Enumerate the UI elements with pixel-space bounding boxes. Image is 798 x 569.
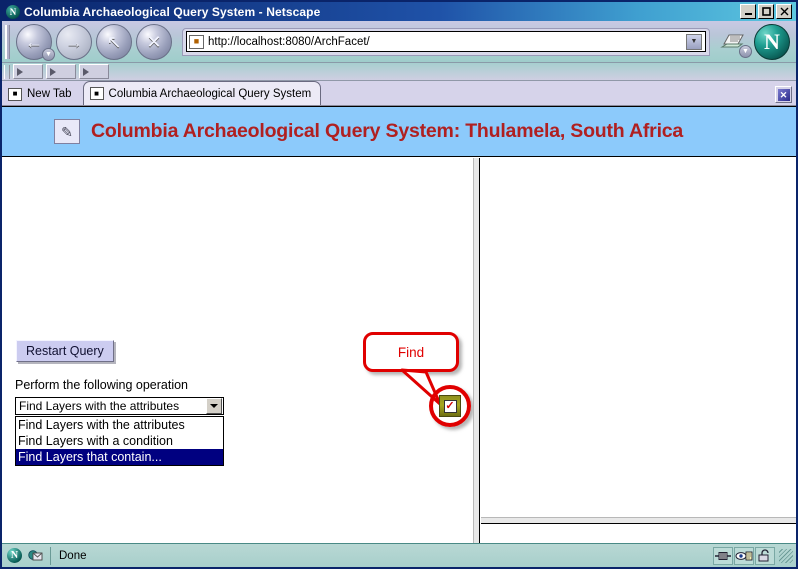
status-netscape-icon[interactable]: N xyxy=(6,547,23,564)
new-tab-icon: ■ xyxy=(8,87,22,101)
forward-button[interactable]: → xyxy=(56,23,92,60)
dropdown-option-2[interactable]: Find Layers that contain... xyxy=(16,449,223,465)
forward-arrow-icon: → xyxy=(65,31,83,52)
close-button[interactable] xyxy=(776,4,792,19)
page-content: ✎ Columbia Archaeological Query System: … xyxy=(2,106,796,543)
minimize-button[interactable] xyxy=(740,4,756,19)
pane-container: Restart Query Perform the following oper… xyxy=(2,158,796,543)
back-arrow-icon: ← xyxy=(25,31,43,52)
lock-icon[interactable] xyxy=(755,546,775,565)
status-text: Done xyxy=(59,549,87,562)
page-favicon: ■ xyxy=(189,34,204,49)
vertical-splitter[interactable] xyxy=(473,158,480,543)
cookie-icon[interactable] xyxy=(734,546,754,565)
checkmark-button-icon: ✓ xyxy=(443,399,457,413)
results-bottom-pane xyxy=(481,524,796,543)
horizontal-splitter[interactable] xyxy=(481,517,796,524)
netscape-home-button[interactable]: N xyxy=(754,23,790,60)
window-title: Columbia Archaeological Query System - N… xyxy=(24,4,321,19)
netscape-logo-icon: N xyxy=(6,4,20,19)
status-icons xyxy=(713,546,794,565)
page-favicon: ■ xyxy=(89,87,104,100)
personal-toolbar xyxy=(2,63,796,81)
triangle-icon xyxy=(17,67,23,76)
personal-toolbar-item-3[interactable] xyxy=(79,64,109,79)
mail-icon[interactable] xyxy=(27,547,44,564)
window-controls xyxy=(740,4,794,19)
chevron-down-icon[interactable] xyxy=(206,398,222,414)
results-panel xyxy=(481,158,796,543)
results-top-pane xyxy=(481,158,796,517)
print-dropdown-icon[interactable]: ▼ xyxy=(739,44,752,58)
operation-select-value: Find Layers with the attributes xyxy=(19,399,180,413)
operation-label: Perform the following operation xyxy=(15,378,189,392)
close-icon: ✕ xyxy=(777,88,790,101)
query-panel: Restart Query Perform the following oper… xyxy=(2,158,473,543)
reload-arrow-icon: ↖ xyxy=(106,31,122,52)
page-header: ✎ Columbia Archaeological Query System: … xyxy=(2,107,796,157)
url-bar-container: ■ http://localhost:8080/ArchFacet/ ▼ xyxy=(182,27,710,56)
navigation-toolbar: ← ▼ → ↖ ✕ ■ http://localhost:8080/ArchFa… xyxy=(2,21,796,63)
document-icon: ✎ xyxy=(54,119,80,144)
find-button[interactable]: ✓ xyxy=(439,395,461,417)
tab-new-tab[interactable]: ■ New Tab xyxy=(2,83,81,105)
back-button[interactable]: ← ▼ xyxy=(16,23,55,61)
operation-select[interactable]: Find Layers with the attributes xyxy=(15,397,224,415)
dropdown-option-0[interactable]: Find Layers with the attributes xyxy=(16,417,223,433)
find-callout: Find xyxy=(363,332,459,372)
tab-strip: ■ New Tab ■ Columbia Archaeological Quer… xyxy=(2,81,796,106)
triangle-icon xyxy=(50,67,56,76)
triangle-icon xyxy=(83,67,89,76)
page-title: Columbia Archaeological Query System: Th… xyxy=(91,120,684,142)
reload-button[interactable]: ↖ xyxy=(96,23,132,60)
personal-toolbar-item-2[interactable] xyxy=(46,64,76,79)
title-bar: N Columbia Archaeological Query System -… xyxy=(2,2,796,21)
toolbar-grip[interactable] xyxy=(5,24,10,59)
back-dropdown-icon[interactable]: ▼ xyxy=(42,47,55,61)
browser-window: N Columbia Archaeological Query System -… xyxy=(0,0,798,569)
stop-x-icon: ✕ xyxy=(146,31,162,52)
print-button[interactable]: ▼ xyxy=(716,26,752,58)
tab-columbia-archaeological-query-system[interactable]: ■ Columbia Archaeological Query System xyxy=(82,81,322,105)
stop-button[interactable]: ✕ xyxy=(136,23,172,60)
personal-toolbar-grip[interactable] xyxy=(4,64,10,79)
dropdown-option-1[interactable]: Find Layers with a condition xyxy=(16,433,223,449)
url-dropdown-icon[interactable]: ▼ xyxy=(686,33,702,50)
personal-toolbar-item-1[interactable] xyxy=(13,64,43,79)
restart-query-button[interactable]: Restart Query xyxy=(16,340,114,362)
connection-icon[interactable] xyxy=(713,546,733,565)
close-tab-button[interactable]: ✕ xyxy=(775,86,792,103)
tab-label: New Tab xyxy=(27,88,72,100)
netscape-n-icon: N xyxy=(764,28,780,54)
status-bar: N Done xyxy=(2,543,796,567)
resize-grip[interactable] xyxy=(779,548,793,563)
status-separator xyxy=(50,546,51,565)
url-input[interactable]: ■ http://localhost:8080/ArchFacet/ ▼ xyxy=(186,31,706,52)
maximize-button[interactable] xyxy=(758,4,774,19)
url-text: http://localhost:8080/ArchFacet/ xyxy=(208,35,370,48)
operation-select-dropdown[interactable]: Find Layers with the attributes Find Lay… xyxy=(15,416,224,466)
tab-label: Columbia Archaeological Query System xyxy=(108,87,312,100)
